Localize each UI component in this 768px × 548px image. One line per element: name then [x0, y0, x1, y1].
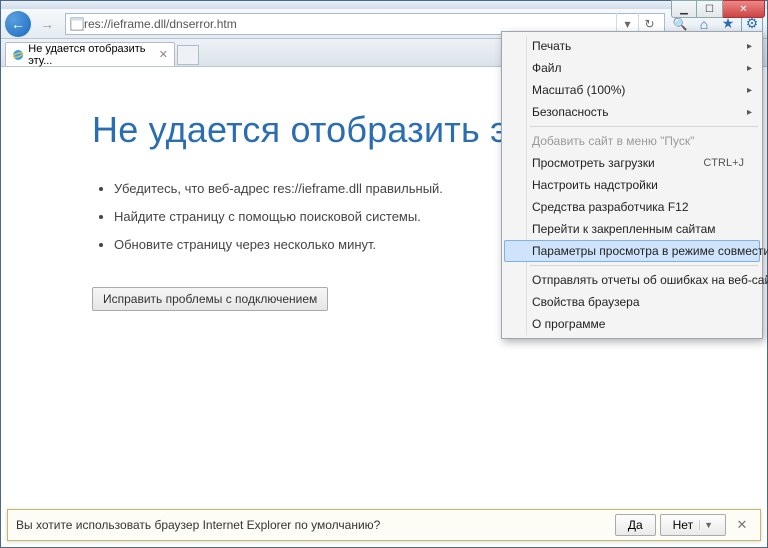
ie-icon [12, 48, 24, 62]
menu-internet-options[interactable]: Свойства браузера [504, 291, 760, 313]
submenu-arrow-icon: ▸ [747, 85, 752, 96]
tab-active[interactable]: Не удается отобразить эту... ✕ [5, 42, 175, 66]
menu-add-to-start: Добавить сайт в меню "Пуск" [504, 130, 760, 152]
menu-compat-view-settings[interactable]: Параметры просмотра в режиме совместимос… [504, 240, 760, 262]
menu-manage-addons[interactable]: Настроить надстройки [504, 174, 760, 196]
menu-about[interactable]: О программе [504, 313, 760, 335]
menu-file[interactable]: Файл▸ [504, 57, 760, 79]
minimize-button[interactable] [671, 0, 697, 18]
menu-downloads[interactable]: Просмотреть загрузкиCTRL+J [504, 152, 760, 174]
fix-connection-button[interactable]: Исправить проблемы с подключением [92, 287, 328, 311]
notification-close-button[interactable]: ✕ [732, 517, 752, 533]
shortcut-label: CTRL+J [703, 157, 744, 169]
notification-bar: Вы хотите использовать браузер Internet … [7, 509, 761, 541]
tools-menu: Печать▸ Файл▸ Масштаб (100%)▸ Безопаснос… [501, 31, 763, 339]
address-text: res://ieframe.dll/dnserror.htm [84, 17, 237, 31]
tab-close-button[interactable]: ✕ [159, 48, 168, 61]
window-buttons [671, 0, 765, 18]
menu-print[interactable]: Печать▸ [504, 35, 760, 57]
titlebar [1, 1, 767, 9]
menu-safety[interactable]: Безопасность▸ [504, 101, 760, 123]
menu-report-problems[interactable]: Отправлять отчеты об ошибках на веб-сайт… [504, 269, 760, 291]
menu-dev-tools[interactable]: Средства разработчика F12 [504, 196, 760, 218]
new-tab-button[interactable] [177, 45, 199, 65]
yes-button[interactable]: Да [615, 514, 656, 536]
back-button[interactable]: ← [5, 11, 31, 37]
browser-window: ← → res://ieframe.dll/dnserror.htm ▾ ↻ 🔍… [0, 0, 768, 548]
tab-title: Не удается отобразить эту... [28, 43, 155, 67]
menu-zoom[interactable]: Масштаб (100%)▸ [504, 79, 760, 101]
maximize-button[interactable] [697, 0, 723, 18]
notification-text: Вы хотите использовать браузер Internet … [16, 518, 380, 532]
submenu-arrow-icon: ▸ [747, 107, 752, 118]
submenu-arrow-icon: ▸ [747, 41, 752, 52]
no-button[interactable]: Нет▼ [660, 514, 726, 536]
page-icon [70, 17, 84, 31]
window-close-button[interactable] [723, 0, 765, 18]
menu-pinned-sites[interactable]: Перейти к закрепленным сайтам [504, 218, 760, 240]
submenu-arrow-icon: ▸ [747, 63, 752, 74]
dropdown-arrow-icon[interactable]: ▼ [699, 520, 713, 530]
forward-button[interactable]: → [33, 12, 61, 36]
